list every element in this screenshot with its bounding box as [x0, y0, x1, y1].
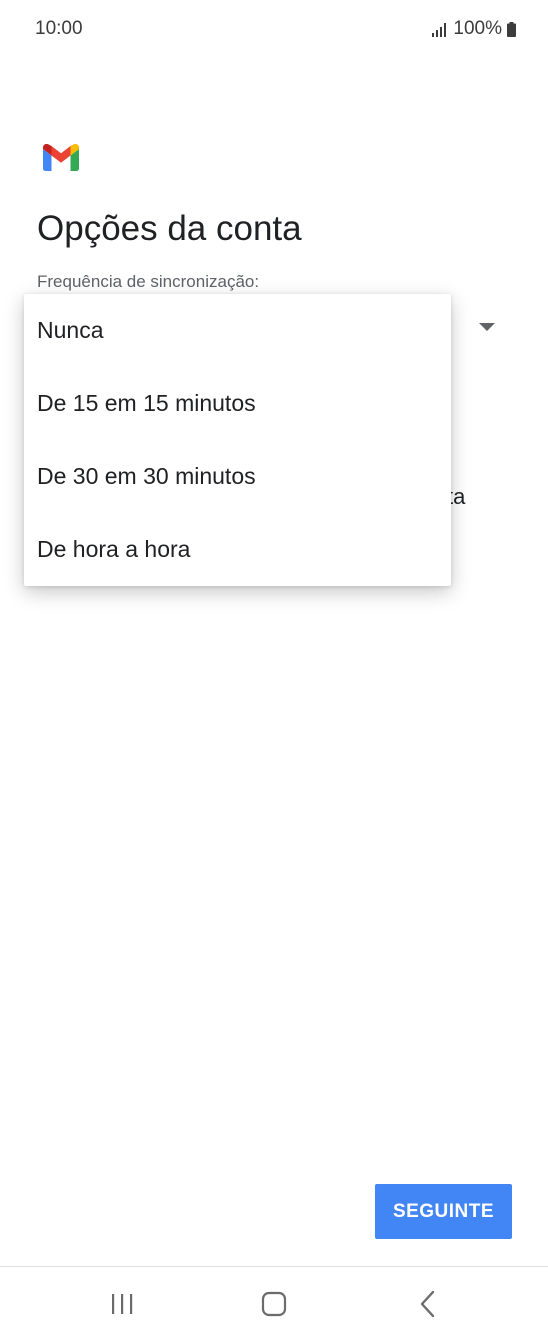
back-button[interactable]	[412, 1289, 444, 1319]
battery-icon	[507, 21, 516, 37]
recents-button[interactable]	[106, 1289, 138, 1319]
status-bar: 10:00 100%	[0, 0, 548, 58]
menu-item-30-minutes[interactable]: De 30 em 30 minutos	[24, 440, 451, 513]
sync-frequency-menu: Nunca De 15 em 15 minutos De 30 em 30 mi…	[24, 294, 451, 586]
menu-item-never[interactable]: Nunca	[24, 294, 451, 367]
next-button[interactable]: SEGUINTE	[375, 1184, 512, 1239]
status-indicators: 100%	[432, 18, 516, 40]
home-icon	[261, 1291, 287, 1317]
battery-percent: 100%	[453, 18, 502, 39]
sync-frequency-label: Frequência de sincronização:	[37, 272, 260, 291]
menu-item-15-minutes[interactable]: De 15 em 15 minutos	[24, 367, 451, 440]
navigation-bar	[0, 1267, 548, 1339]
home-button[interactable]	[258, 1289, 290, 1319]
gmail-logo-icon	[43, 144, 79, 171]
status-time: 10:00	[35, 18, 83, 39]
signal-icon	[432, 21, 448, 37]
recents-icon	[112, 1294, 133, 1314]
menu-item-hourly[interactable]: De hora a hora	[24, 513, 451, 586]
page-title: Opções da conta	[37, 209, 302, 248]
back-icon	[420, 1290, 435, 1318]
dropdown-arrow-icon[interactable]	[479, 323, 495, 331]
